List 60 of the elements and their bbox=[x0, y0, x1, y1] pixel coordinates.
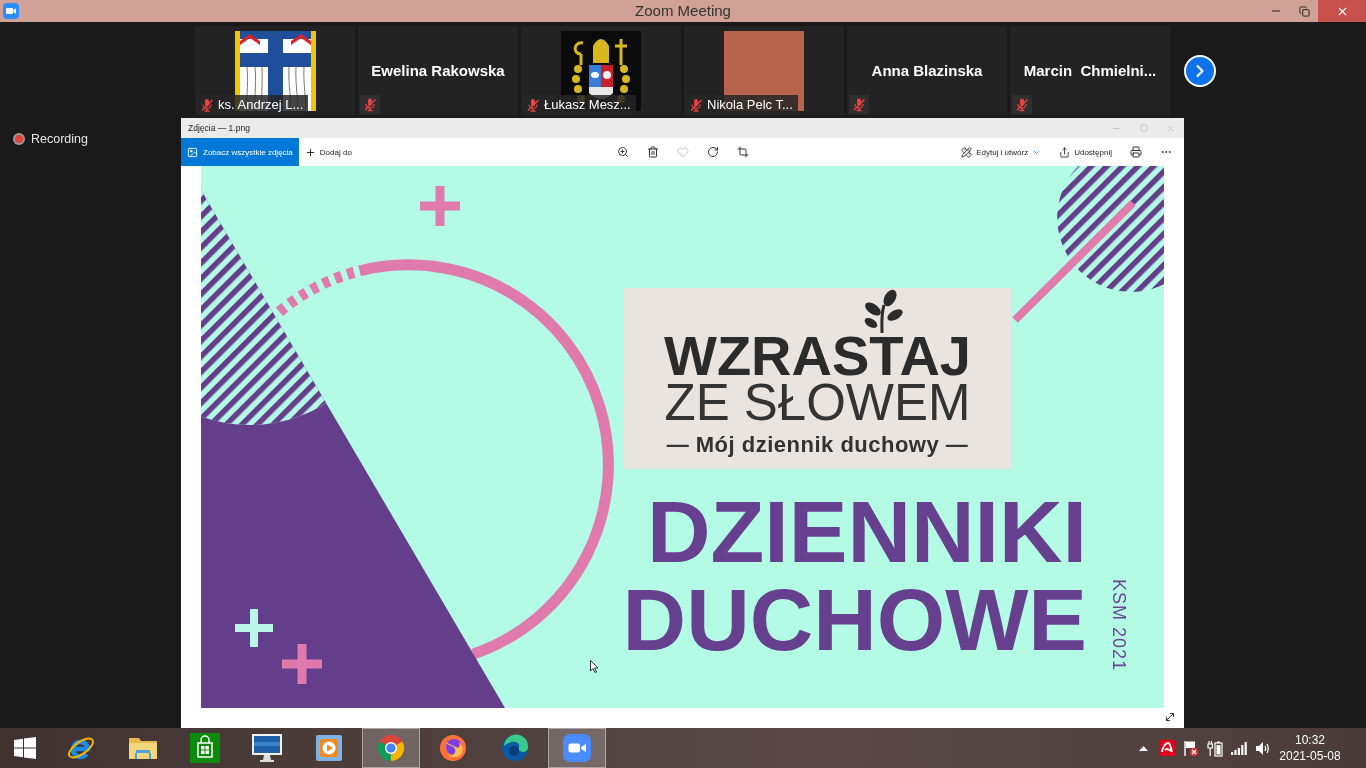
taskbar-button[interactable] bbox=[362, 728, 420, 768]
all-photos-button[interactable]: Zobacz wszystkie zdjęcia bbox=[181, 138, 299, 166]
trash-icon[interactable] bbox=[646, 146, 659, 158]
battery-icon[interactable] bbox=[1207, 739, 1223, 757]
swoosh-badge-icon[interactable] bbox=[1159, 740, 1175, 756]
participant-tile[interactable]: Ewelina Rakowska bbox=[358, 26, 518, 115]
flame-globe-icon[interactable] bbox=[439, 734, 467, 762]
participant-name: Marcin Chmielni... bbox=[1023, 62, 1157, 79]
wave-icon[interactable] bbox=[501, 734, 529, 762]
caret-up-icon[interactable] bbox=[1138, 745, 1148, 751]
recording-dot-icon bbox=[13, 133, 25, 145]
participant-name: Ewelina Rakowska bbox=[371, 62, 505, 79]
add-to-button[interactable]: Dodaj do bbox=[298, 138, 358, 166]
participant-name: ks. Andrzej L... bbox=[218, 97, 304, 112]
participant-tile[interactable]: ks. Andrzej L... bbox=[195, 26, 355, 115]
participant-tile[interactable]: Nikola Pelc T... bbox=[684, 26, 844, 115]
logo-subtitle: ZE SŁOWEM bbox=[664, 381, 971, 425]
window-title: Zdjęcia — 1.png bbox=[187, 123, 251, 133]
expand-icon[interactable] bbox=[1164, 711, 1176, 723]
edit-create-button[interactable]: Edytuj i utwórz bbox=[955, 138, 1048, 166]
rotate-icon[interactable] bbox=[706, 146, 719, 158]
logo-tagline: — Mój dziennik duchowy — bbox=[666, 432, 969, 458]
cursor-icon bbox=[590, 660, 599, 673]
share-icon bbox=[1059, 146, 1071, 158]
logo-title: WZRASTAJ bbox=[664, 333, 971, 379]
participant-name: Nikola Pelc T... bbox=[707, 97, 793, 112]
clock-date[interactable]: 2021-05-08 bbox=[1279, 748, 1341, 764]
browser-icon bbox=[377, 734, 405, 762]
video-camera-icon bbox=[563, 734, 591, 762]
participant-name: Anna Blazinska bbox=[871, 62, 983, 79]
participant-tile[interactable]: Anna Blazinska bbox=[847, 26, 1007, 115]
signal-icon[interactable] bbox=[1231, 741, 1247, 755]
side-text: KSM 2021 bbox=[1110, 579, 1128, 672]
participant-tile[interactable]: Marcin Chmielni... bbox=[1010, 26, 1170, 115]
printer-icon[interactable] bbox=[1130, 146, 1142, 158]
zoom-in-icon[interactable] bbox=[616, 146, 629, 158]
poster-title: DZIENNIKI DUCHOWE bbox=[622, 488, 1087, 664]
clock-time[interactable]: 10:32 bbox=[1295, 732, 1325, 748]
plus-icon bbox=[304, 146, 316, 158]
next-page-button[interactable] bbox=[1184, 55, 1216, 87]
video-camera-icon bbox=[3, 3, 19, 19]
pencil-ruler-icon bbox=[961, 146, 973, 158]
monitor-icon[interactable] bbox=[251, 733, 283, 763]
shopping-bag-icon[interactable] bbox=[190, 733, 220, 763]
start-icon[interactable] bbox=[14, 737, 36, 759]
speaker-icon[interactable] bbox=[1255, 740, 1271, 756]
taskbar-button[interactable] bbox=[548, 728, 606, 768]
play-icon[interactable] bbox=[315, 734, 343, 762]
participant-tile[interactable]: Łukasz Mesz... bbox=[521, 26, 681, 115]
plus-sign bbox=[420, 186, 460, 226]
crop-icon[interactable] bbox=[736, 146, 749, 158]
participant-name: Łukasz Mesz... bbox=[544, 97, 631, 112]
window-title: Zoom Meeting bbox=[635, 1, 731, 21]
recording-label: Recording bbox=[31, 132, 88, 146]
image-icon bbox=[187, 146, 198, 158]
flag-icon[interactable] bbox=[1183, 739, 1199, 757]
restore-icon[interactable] bbox=[1298, 5, 1310, 17]
share-button[interactable]: Udostępnij bbox=[1053, 138, 1118, 166]
plus-sign bbox=[282, 644, 322, 684]
plus-sign bbox=[235, 609, 273, 647]
